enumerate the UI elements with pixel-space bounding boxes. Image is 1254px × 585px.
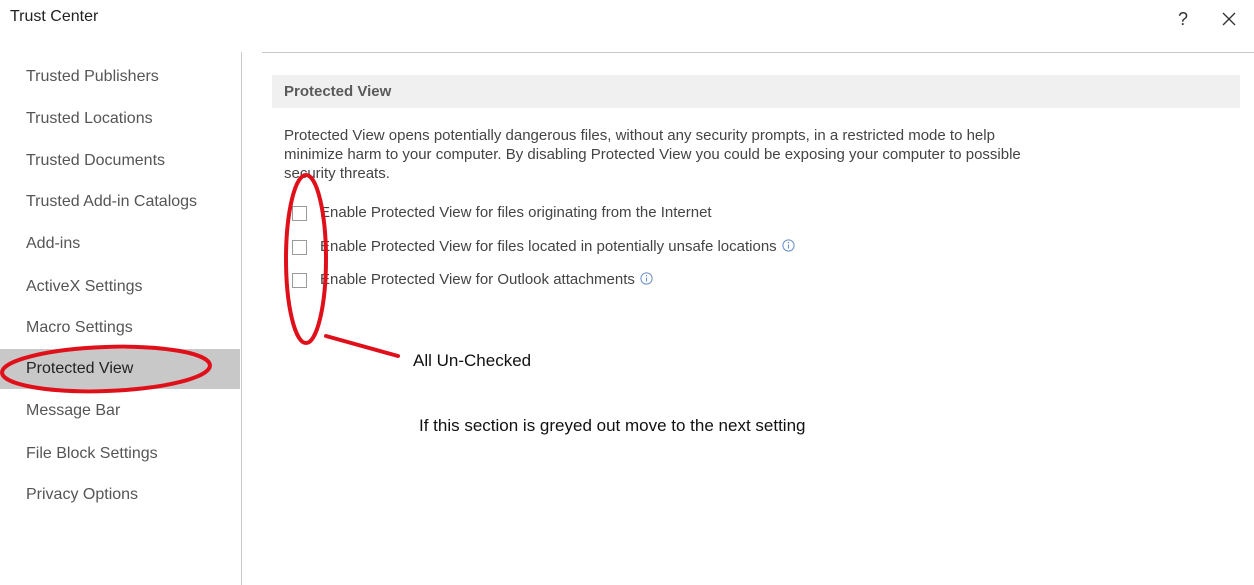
title-bar: Trust Center ? xyxy=(0,0,1254,40)
close-button[interactable] xyxy=(1216,6,1242,32)
description-line: minimize harm to your computer. By disab… xyxy=(284,146,1021,163)
sidebar-item-protected-view[interactable]: Protected View xyxy=(0,349,240,389)
option-outlook-attachments[interactable]: Enable Protected View for Outlook attach… xyxy=(292,270,1192,292)
sidebar-item-trusted-add-in-catalogs[interactable]: Trusted Add-in Catalogs xyxy=(0,182,240,222)
help-button[interactable]: ? xyxy=(1172,6,1194,32)
sidebar-item-activex-settings[interactable]: ActiveX Settings xyxy=(0,267,240,307)
sidebar-item-macro-settings[interactable]: Macro Settings xyxy=(0,308,240,348)
option-label: Enable Protected View for Outlook attach… xyxy=(320,271,653,288)
option-label: Enable Protected View for files located … xyxy=(320,238,795,255)
window-title: Trust Center xyxy=(10,8,99,25)
sidebar-item-file-block-settings[interactable]: File Block Settings xyxy=(0,434,240,474)
section-title: Protected View xyxy=(284,83,392,100)
close-icon xyxy=(1222,12,1236,26)
sidebar-item-trusted-publishers[interactable]: Trusted Publishers xyxy=(0,57,240,97)
sidebar-item-add-ins[interactable]: Add-ins xyxy=(0,224,240,264)
description-line: security threats. xyxy=(284,165,390,182)
section-description: Protected View opens potentially dangero… xyxy=(284,126,1234,183)
description-line: Protected View opens potentially dangero… xyxy=(284,127,995,144)
annotation-note-greyed-out: If this section is greyed out move to th… xyxy=(419,416,806,435)
info-icon[interactable] xyxy=(782,239,795,252)
annotation-note-unchecked: All Un-Checked xyxy=(413,351,532,370)
annotation-arrow-line xyxy=(324,334,400,358)
sidebar: Trusted Publishers Trusted Locations Tru… xyxy=(0,57,240,585)
checkbox-outlook-attachments[interactable] xyxy=(292,273,307,288)
header-divider xyxy=(262,52,1254,53)
section-header: Protected View xyxy=(272,75,1240,108)
option-label: Enable Protected View for files originat… xyxy=(320,204,712,221)
sidebar-item-privacy-options[interactable]: Privacy Options xyxy=(0,475,240,515)
sidebar-item-trusted-locations[interactable]: Trusted Locations xyxy=(0,99,240,139)
option-internet-files[interactable]: Enable Protected View for files originat… xyxy=(292,203,1192,225)
info-icon[interactable] xyxy=(640,272,653,285)
option-unsafe-locations[interactable]: Enable Protected View for files located … xyxy=(292,237,1192,259)
checkbox-internet-files[interactable] xyxy=(292,206,307,221)
sidebar-item-message-bar[interactable]: Message Bar xyxy=(0,391,240,431)
sidebar-item-trusted-documents[interactable]: Trusted Documents xyxy=(0,141,240,181)
annotation-circle-checkboxes xyxy=(284,173,328,345)
sidebar-divider xyxy=(241,52,242,585)
checkbox-unsafe-locations[interactable] xyxy=(292,240,307,255)
